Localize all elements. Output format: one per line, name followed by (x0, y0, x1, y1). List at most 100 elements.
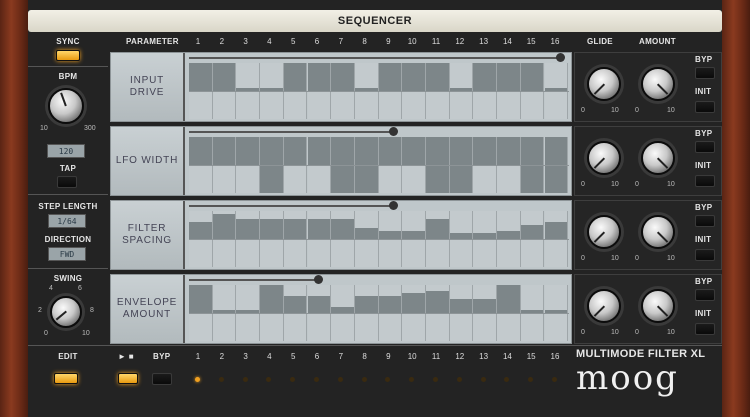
init-button[interactable] (695, 249, 715, 261)
step-led (552, 377, 557, 382)
edit-label: EDIT (58, 352, 78, 361)
glide-knob[interactable] (587, 141, 621, 175)
step-led (456, 377, 462, 382)
bypass-button[interactable] (695, 289, 715, 301)
knob-scale: 0 (581, 181, 585, 188)
step-number-header: 12 (455, 37, 465, 46)
step-number-header: 15 (526, 37, 536, 46)
amount-header: AMOUNT (639, 37, 676, 46)
moog-logo: moog (576, 358, 679, 398)
step-value-bar (402, 293, 425, 313)
parameter-selector[interactable]: LFO WIDTH (111, 127, 185, 195)
divider (28, 268, 108, 269)
step-number: 16 (550, 352, 560, 361)
direction-label: DIRECTION (44, 235, 92, 244)
init-button[interactable] (695, 175, 715, 187)
step-value-bar (212, 137, 236, 165)
step-value-bar (212, 213, 236, 239)
step-number-header: 10 (407, 37, 417, 46)
row-controls: 0 10 0 10 BYP INIT (574, 126, 722, 196)
step-length-display[interactable]: 1/64 (48, 214, 86, 228)
swing-knob[interactable] (50, 296, 82, 328)
step-number-header: 1 (195, 37, 201, 46)
step-value-bar (473, 63, 497, 91)
glide-slider[interactable] (189, 53, 565, 62)
step-number: 9 (386, 352, 391, 361)
step-value-bar (378, 137, 402, 165)
step-value-bar (378, 296, 402, 313)
amount-knob[interactable] (641, 215, 675, 249)
bypass-label: BYP (695, 203, 713, 212)
tap-button[interactable] (57, 176, 77, 188)
amount-knob[interactable] (641, 67, 675, 101)
step-number-header: 13 (479, 37, 489, 46)
init-label: INIT (695, 235, 712, 244)
bypass-label: BYP (695, 55, 713, 64)
step-number-header: 14 (502, 37, 512, 46)
parameter-selector[interactable]: ENVELOPE AMOUNT (111, 275, 185, 343)
glide-knob[interactable] (587, 289, 621, 323)
glide-header: GLIDE (587, 37, 613, 46)
parameter-selector[interactable]: FILTER SPACING (111, 201, 185, 269)
bypass-button[interactable] (695, 215, 715, 227)
bpm-value-display[interactable]: 120 (47, 144, 85, 158)
step-value-bar (520, 225, 544, 239)
step-led (385, 377, 391, 382)
knob-scale: 0 (581, 329, 585, 336)
init-label: INIT (695, 87, 712, 96)
step-number: 4 (267, 352, 272, 361)
swing-tick: 2 (38, 307, 42, 314)
knob-scale: 10 (611, 255, 619, 262)
step-value-bar (473, 299, 497, 313)
row-controls: 0 10 0 10 BYP INIT (574, 200, 722, 270)
slider-handle[interactable] (556, 53, 565, 62)
step-number: 11 (431, 352, 441, 361)
step-value-bar (497, 63, 520, 91)
glide-slider[interactable] (189, 127, 398, 136)
divider (28, 194, 108, 195)
knob-scale: 10 (611, 181, 619, 188)
step-led (242, 377, 248, 382)
direction-display[interactable]: FWD (48, 247, 86, 261)
glide-slider[interactable] (189, 201, 398, 210)
step-number-header: 11 (431, 37, 441, 46)
brand-area: MULTIMODE FILTER XL moog (576, 348, 716, 408)
sync-button[interactable] (56, 50, 80, 61)
glide-knob[interactable] (587, 67, 621, 101)
glide-knob[interactable] (587, 215, 621, 249)
knob-scale: 0 (581, 255, 585, 262)
init-button[interactable] (695, 101, 715, 113)
play-button[interactable] (118, 373, 138, 384)
row-controls: 0 10 0 10 BYP INIT (574, 274, 722, 344)
parameter-selector[interactable]: INPUT DRIVE (111, 53, 185, 121)
bpm-knob[interactable] (48, 88, 84, 124)
step-value-bar (260, 285, 283, 313)
init-button[interactable] (695, 323, 715, 335)
bypass-button[interactable] (152, 373, 172, 385)
step-value-bar (307, 219, 331, 239)
glide-slider[interactable] (189, 275, 324, 284)
step-number: 12 (455, 352, 465, 361)
step-number: 3 (243, 352, 248, 361)
slider-handle[interactable] (388, 201, 398, 210)
amount-knob[interactable] (641, 141, 675, 175)
swing-tick: 0 (44, 330, 48, 337)
step-value-bar (260, 219, 283, 239)
edit-button[interactable] (54, 373, 78, 384)
step-led (361, 377, 367, 382)
step-number-header: 7 (338, 37, 344, 46)
bypass-label: BYP (695, 277, 713, 286)
swing-tick: 6 (78, 285, 82, 292)
knob-scale: 0 (635, 107, 639, 114)
slider-handle[interactable] (314, 275, 324, 284)
bpm-max: 300 (84, 125, 96, 132)
bypass-button[interactable] (695, 67, 715, 79)
parameter-header: PARAMETER (126, 37, 179, 46)
step-led (337, 377, 343, 382)
slider-handle[interactable] (388, 127, 398, 136)
bypass-button[interactable] (695, 141, 715, 153)
title-bar: SEQUENCER (28, 10, 722, 32)
step-value-bar (283, 63, 307, 91)
step-number-header: 8 (362, 37, 367, 46)
amount-knob[interactable] (641, 289, 675, 323)
